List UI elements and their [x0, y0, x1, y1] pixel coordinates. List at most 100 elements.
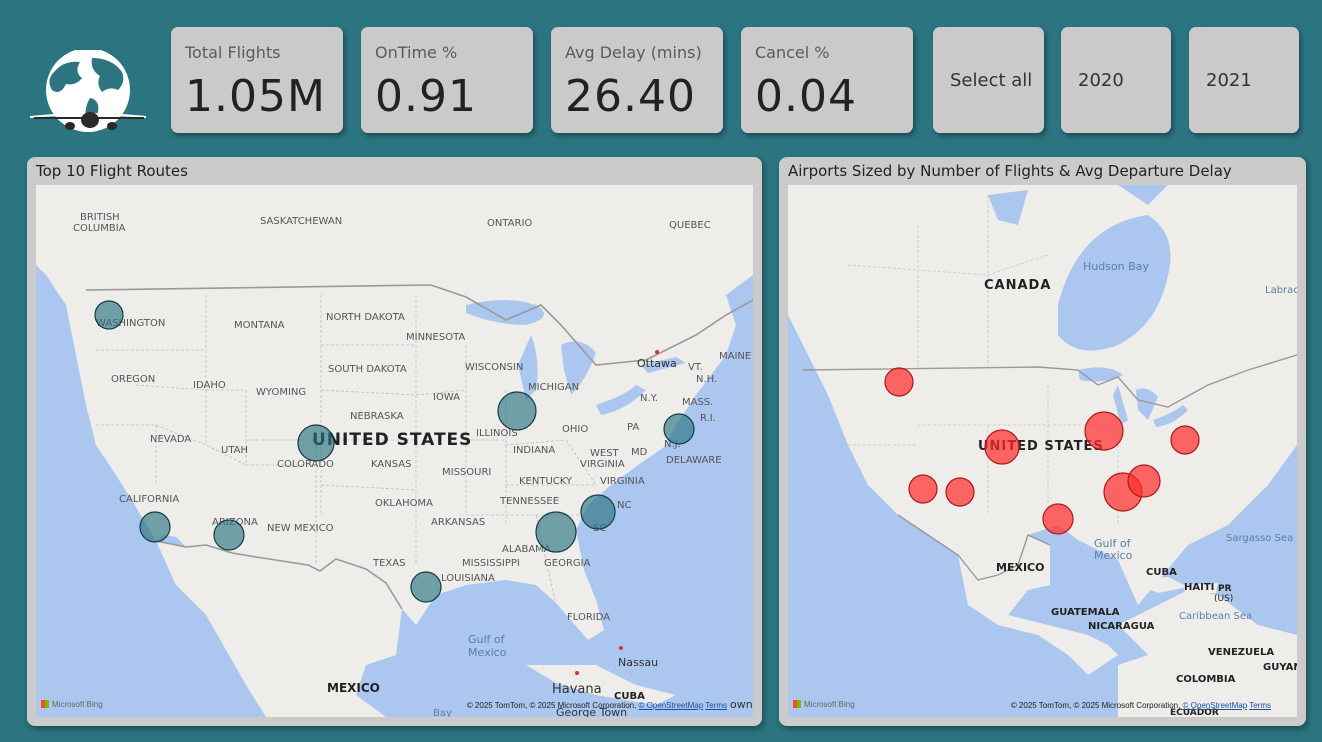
- map-bubble[interactable]: [410, 571, 442, 603]
- map-label: VIRGINIA: [600, 476, 645, 487]
- map-label: GUYANA: [1263, 662, 1297, 673]
- map-label: UTAH: [221, 445, 248, 456]
- map-label: NEW MEXICO: [267, 523, 334, 534]
- map-label: IOWA: [433, 392, 460, 403]
- map-label: NICARAGUA: [1088, 621, 1155, 632]
- map-label: Havana: [552, 682, 602, 697]
- map-label: TEXAS: [372, 558, 405, 569]
- panel-title: Top 10 Flight Routes: [36, 162, 188, 180]
- map-label: Hudson Bay: [1083, 260, 1149, 273]
- map-label: NEVADA: [150, 434, 191, 445]
- map-label: ARKANSAS: [431, 517, 485, 528]
- map-label: GUATEMALA: [1051, 607, 1120, 618]
- map-label: N.Y.: [640, 393, 658, 404]
- map-label: MEXICO: [327, 681, 380, 695]
- panel-title: Airports Sized by Number of Flights & Av…: [788, 162, 1232, 180]
- map-label: OREGON: [111, 374, 155, 385]
- map-label: NC: [617, 500, 631, 511]
- map-label: TENNESSEE: [499, 496, 559, 507]
- kpi-card-avg-delay: Avg Delay (mins) 26.40: [551, 27, 723, 133]
- map-label: NORTH DAKOTA: [326, 312, 405, 323]
- map-label: MICHIGAN: [528, 382, 579, 393]
- slicer-select-all[interactable]: Select all: [933, 27, 1044, 133]
- kpi-label: OnTime %: [375, 43, 458, 62]
- map-label: MISSOURI: [442, 467, 491, 478]
- map-label: COLUMBIA: [73, 223, 126, 234]
- us-routes-map[interactable]: BRITISH COLUMBIA SASKATCHEWAN ONTARIO QU…: [36, 185, 753, 717]
- map-label: INDIANA: [513, 445, 555, 456]
- map-label: MASS.: [682, 397, 713, 408]
- kpi-value: 1.05M: [185, 71, 326, 122]
- map-bubble[interactable]: [1127, 464, 1161, 498]
- map-bubble[interactable]: [580, 494, 616, 530]
- map-bubble[interactable]: [884, 367, 914, 397]
- terms-link[interactable]: Terms: [1249, 701, 1271, 710]
- map-label: DELAWARE: [666, 455, 722, 466]
- map-label: CALIFORNIA: [119, 494, 179, 505]
- kpi-label: Avg Delay (mins): [565, 43, 702, 62]
- map-label: MD: [631, 447, 648, 458]
- map-bubble[interactable]: [945, 477, 975, 507]
- map-label: CANADA: [984, 278, 1051, 293]
- map-label: R.I.: [700, 413, 716, 424]
- map-bubble[interactable]: [1170, 425, 1200, 455]
- map-label: QUEBEC: [669, 220, 711, 231]
- map-label: MINNESOTA: [406, 332, 465, 343]
- map-bubble[interactable]: [297, 424, 335, 462]
- map-label: COLOMBIA: [1176, 674, 1236, 685]
- slicer-label: 2020: [1078, 70, 1124, 91]
- map-label: Gulf of: [468, 633, 506, 646]
- map-label: WEST: [590, 448, 620, 459]
- top-routes-map-panel: Top 10 Flight Routes BRITISH COLUMBIA SA: [27, 157, 762, 726]
- kpi-value: 0.04: [755, 71, 857, 122]
- map-label: KENTUCKY: [519, 476, 573, 487]
- map-bubble[interactable]: [94, 300, 124, 330]
- airports-map-panel: Airports Sized by Number of Flights & Av…: [779, 157, 1306, 726]
- map-label: Mexico: [1094, 549, 1133, 562]
- map-label: MAINE: [719, 351, 751, 362]
- map-label: HAITI: [1184, 582, 1214, 593]
- map-label: VENEZUELA: [1208, 647, 1274, 658]
- osm-link[interactable]: © OpenStreetMap: [639, 701, 704, 710]
- map-bubble[interactable]: [663, 413, 695, 445]
- osm-link[interactable]: © OpenStreetMap: [1183, 701, 1248, 710]
- map-label: Labrac: [1265, 285, 1297, 296]
- map-label: WYOMING: [256, 387, 306, 398]
- map-attribution: © 2025 TomTom, © 2025 Microsoft Corporat…: [466, 701, 727, 710]
- map-label: OKLAHOMA: [375, 498, 433, 509]
- map-label: SASKATCHEWAN: [260, 216, 342, 227]
- map-bubble[interactable]: [139, 511, 171, 543]
- slicer-label: 2021: [1206, 70, 1252, 91]
- map-canvas: BRITISH COLUMBIA SASKATCHEWAN ONTARIO QU…: [36, 185, 753, 717]
- kpi-value: 26.40: [565, 71, 696, 122]
- slicer-label: Select all: [950, 70, 1033, 91]
- map-label: MEXICO: [996, 561, 1044, 574]
- map-bubble[interactable]: [1042, 503, 1074, 535]
- map-bubble[interactable]: [1084, 411, 1124, 451]
- map-label: N.H.: [696, 374, 717, 385]
- map-label: PR: [1218, 584, 1232, 594]
- map-label: FLORIDA: [567, 612, 610, 623]
- terms-link[interactable]: Terms: [705, 701, 727, 710]
- north-america-airports-map[interactable]: Hudson Bay CANADA Labrac UNITED STATES G…: [788, 185, 1297, 717]
- kpi-label: Cancel %: [755, 43, 830, 62]
- map-bubble[interactable]: [535, 511, 577, 553]
- slicer-2020[interactable]: 2020: [1061, 27, 1171, 133]
- map-label: Mexico: [468, 646, 507, 659]
- map-label: GEORGIA: [544, 558, 591, 569]
- map-bubble[interactable]: [497, 391, 537, 431]
- map-canvas: Hudson Bay CANADA Labrac UNITED STATES G…: [788, 185, 1297, 717]
- map-bubble[interactable]: [984, 429, 1020, 465]
- map-label: MISSISSIPPI: [462, 558, 520, 569]
- kpi-card-ontime: OnTime % 0.91: [361, 27, 533, 133]
- map-label: WISCONSIN: [465, 362, 523, 373]
- map-label: LOUISIANA: [441, 573, 495, 584]
- slicer-2021[interactable]: 2021: [1189, 27, 1299, 133]
- map-bubble[interactable]: [908, 474, 938, 504]
- map-bubble[interactable]: [213, 519, 245, 551]
- kpi-card-total-flights: Total Flights 1.05M: [171, 27, 343, 133]
- bing-logo: Microsoft Bing: [793, 700, 855, 709]
- map-attribution: © 2025 TomTom, © 2025 Microsoft Corporat…: [1010, 701, 1271, 710]
- map-label: Caribbean Sea: [1179, 611, 1252, 622]
- map-label: KANSAS: [371, 459, 411, 470]
